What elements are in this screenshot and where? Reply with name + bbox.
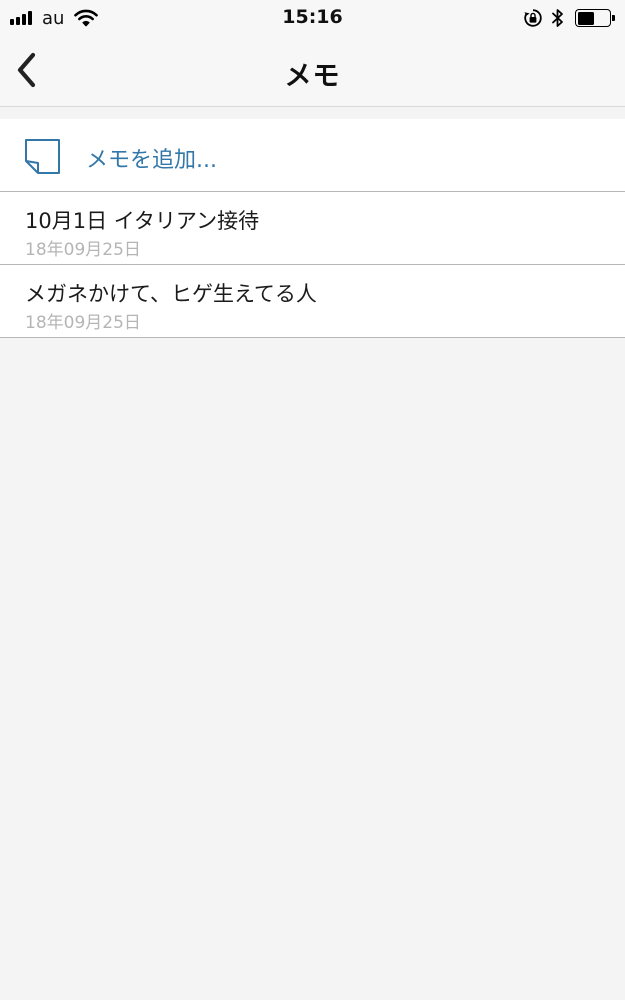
status-right [523, 7, 615, 29]
battery-level-fill [578, 12, 594, 25]
add-memo-button[interactable]: メモを追加... [0, 119, 625, 192]
memo-list-item[interactable]: 10月1日 イタリアン接待 18年09月25日 [0, 192, 625, 265]
memo-list-item[interactable]: メガネかけて、ヒゲ生えてる人 18年09月25日 [0, 265, 625, 338]
orientation-lock-icon [524, 9, 542, 27]
status-bar: au 15:16 [0, 0, 625, 36]
memo-list: メモを追加... 10月1日 イタリアン接待 18年09月25日 メガネかけて、… [0, 119, 625, 338]
navigation-bar: メモ [0, 36, 625, 107]
add-memo-label: メモを追加... [86, 148, 217, 173]
bluetooth-icon [552, 9, 563, 27]
memo-title: 10月1日 イタリアン接待 [25, 209, 260, 233]
memo-title: メガネかけて、ヒゲ生えてる人 [25, 282, 317, 306]
page-title: メモ [284, 61, 341, 92]
battery-icon [575, 9, 615, 27]
note-icon [25, 139, 60, 174]
memo-date: 18年09月25日 [25, 240, 141, 260]
memo-date: 18年09月25日 [25, 313, 141, 333]
